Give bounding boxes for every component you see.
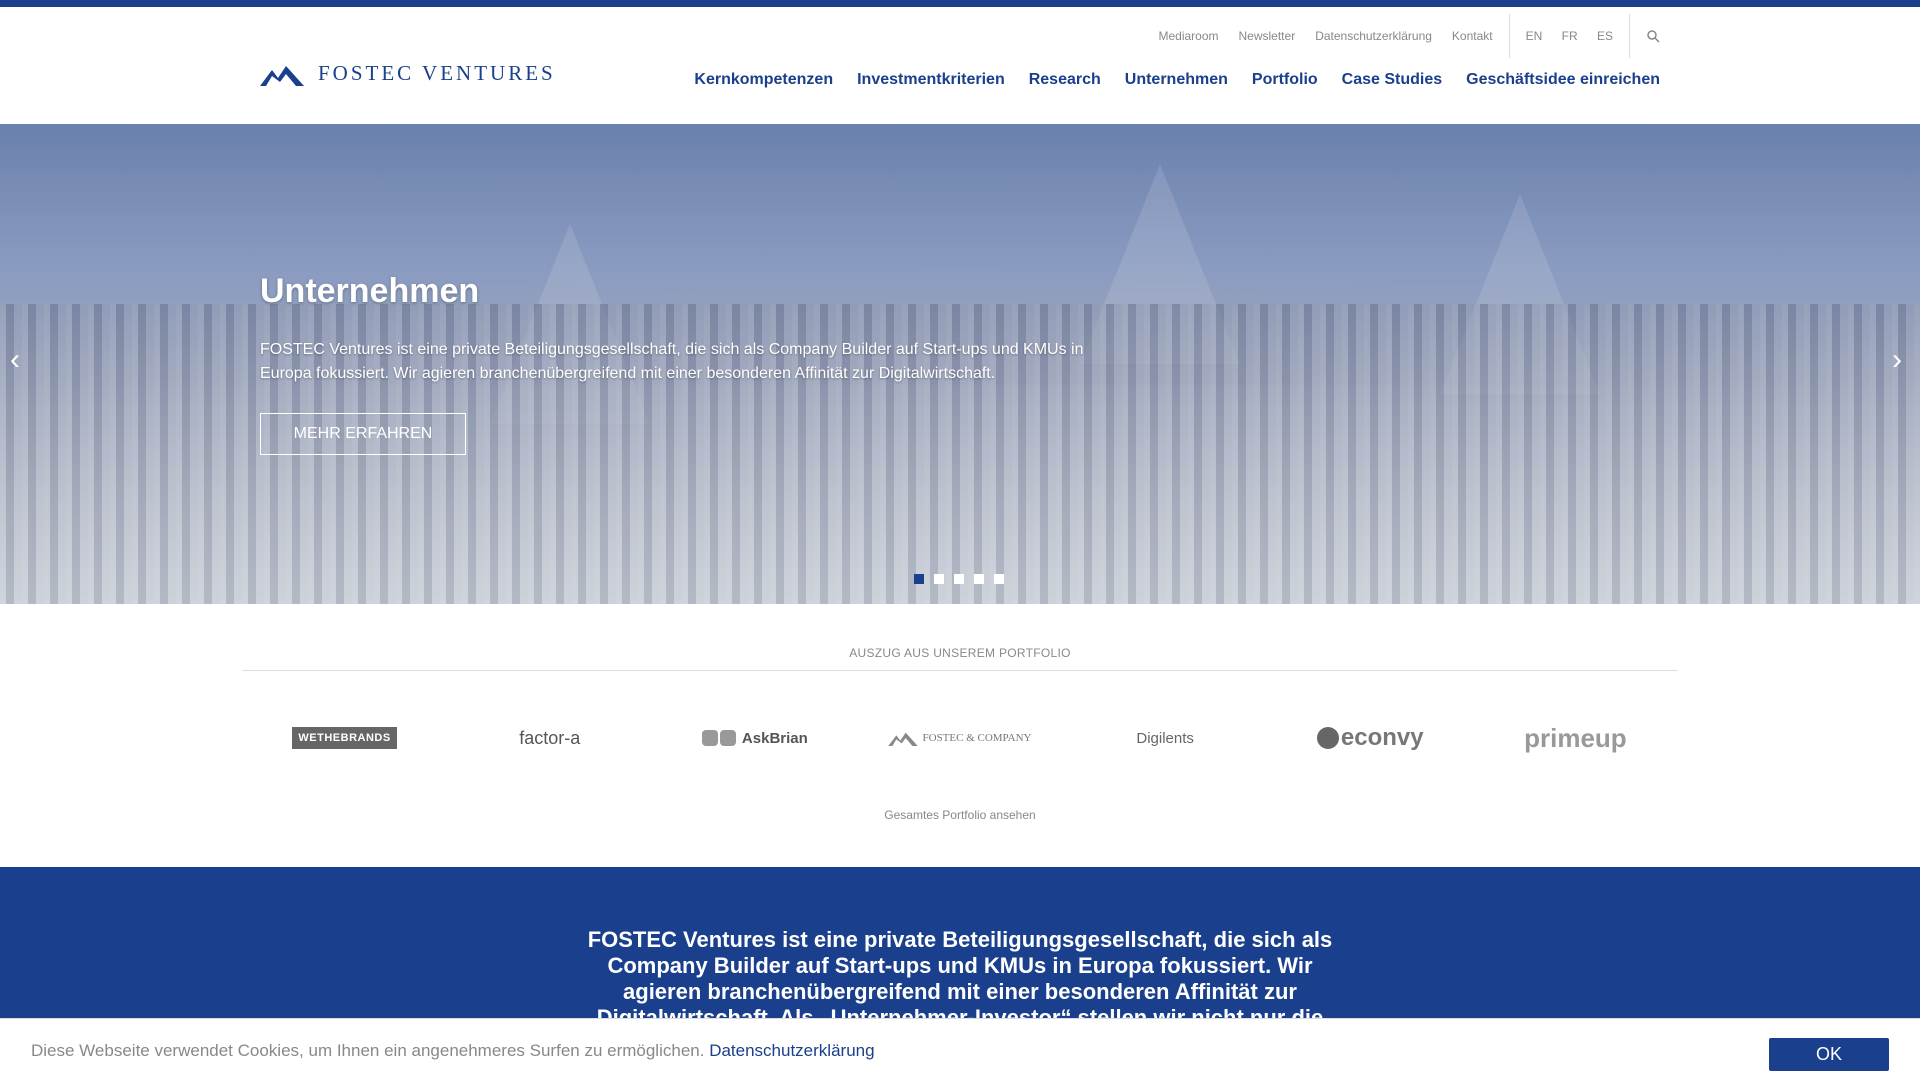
cookie-message: Diese Webseite verwendet Cookies, um Ihn…: [31, 1041, 875, 1061]
lang-es[interactable]: ES: [1597, 29, 1613, 43]
hero-title: Unternehmen: [260, 272, 480, 310]
slider-dot-5[interactable]: [994, 574, 1004, 584]
language-switcher: EN FR ES: [1510, 29, 1613, 43]
slider-pagination: [914, 574, 1014, 584]
fostec-company-logo: FOSTEC & COMPANY: [888, 730, 1032, 746]
main-navigation: Kernkompetenzen Investmentkriterien Rese…: [670, 71, 1660, 89]
portfolio-logo-wethebrands[interactable]: WETHEBRANDS: [242, 718, 447, 758]
fostec-mountain-icon: [888, 732, 919, 746]
portfolio-logo-digilents[interactable]: Digilents: [1063, 718, 1268, 758]
meta-link-mediaroom[interactable]: Mediaroom: [1158, 29, 1218, 43]
lang-fr[interactable]: FR: [1562, 29, 1578, 43]
nav-geschaeftsidee[interactable]: Geschäftsidee einreichen: [1466, 71, 1660, 89]
slider-dot-1[interactable]: [914, 574, 924, 584]
portfolio-logo-primeup[interactable]: primeup: [1473, 718, 1678, 758]
chevron-right-icon[interactable]: ›: [1892, 345, 1908, 375]
chevron-left-icon[interactable]: ‹: [10, 345, 26, 375]
nav-portfolio[interactable]: Portfolio: [1252, 71, 1318, 89]
site-header: FOSTEC VENTURES Mediaroom Newsletter Dat…: [0, 7, 1920, 124]
logo-text: FOSTEC VENTURES: [318, 61, 556, 85]
nav-unternehmen[interactable]: Unternehmen: [1125, 71, 1228, 89]
econvy-logo: econvy: [1316, 724, 1424, 752]
slider-dot-3[interactable]: [954, 574, 964, 584]
search-icon[interactable]: [1646, 29, 1660, 43]
factor-a-logo: factor-a: [519, 727, 581, 748]
askbrian-logo: AskBrian: [701, 729, 808, 747]
nav-investmentkriterien[interactable]: Investmentkriterien: [857, 71, 1005, 89]
portfolio-logo-econvy[interactable]: econvy: [1268, 718, 1473, 758]
slider-dot-2[interactable]: [934, 574, 944, 584]
meta-divider: [1629, 14, 1630, 58]
portfolio-divider: [242, 670, 1678, 671]
meta-link-newsletter[interactable]: Newsletter: [1239, 29, 1296, 43]
slider-dot-4[interactable]: [974, 574, 984, 584]
meta-link-datenschutz[interactable]: Datenschutzerklärung: [1315, 29, 1432, 43]
cookie-text: Diese Webseite verwendet Cookies, um Ihn…: [31, 1041, 705, 1060]
portfolio-logo-factor-a[interactable]: factor-a: [447, 718, 652, 758]
portfolio-logo-fostec-company[interactable]: FOSTEC & COMPANY: [857, 718, 1062, 758]
primeup-logo: primeup: [1524, 722, 1627, 753]
econvy-circle-icon: [1316, 727, 1339, 749]
portfolio-logos: WETHEBRANDS factor-a AskBrian FOSTEC & C…: [242, 718, 1678, 758]
nav-research[interactable]: Research: [1029, 71, 1101, 89]
hero-slider: Unternehmen FOSTEC Ventures ist eine pri…: [0, 124, 1920, 604]
lang-en[interactable]: EN: [1526, 29, 1543, 43]
portfolio-heading: AUSZUG AUS UNSEREM PORTFOLIO: [849, 646, 1071, 660]
logo-mountain-icon: [260, 65, 304, 86]
digilents-logo: Digilents: [1136, 729, 1194, 747]
nav-case-studies[interactable]: Case Studies: [1342, 71, 1442, 89]
about-text: FOSTEC Ventures ist eine private Beteili…: [587, 927, 1333, 1030]
cookie-ok-button[interactable]: OK: [1769, 1038, 1889, 1071]
portfolio-logo-askbrian[interactable]: AskBrian: [652, 718, 857, 758]
top-accent-bar: [0, 0, 1920, 7]
wethebrands-logo: WETHEBRANDS: [292, 727, 397, 749]
site-logo[interactable]: FOSTEC VENTURES: [260, 61, 556, 86]
askbrian-label: AskBrian: [741, 729, 808, 747]
fostec-company-label: FOSTEC & COMPANY: [922, 732, 1032, 744]
mehr-erfahren-button[interactable]: MEHR ERFAHREN: [260, 413, 466, 455]
full-portfolio-link[interactable]: Gesamtes Portfolio ansehen: [0, 808, 1920, 822]
cookie-banner: Diese Webseite verwendet Cookies, um Ihn…: [0, 1018, 1920, 1080]
cookie-privacy-link[interactable]: Datenschutzerklärung: [709, 1041, 874, 1060]
askbrian-hex-icon: [701, 730, 738, 746]
hero-text: FOSTEC Ventures ist eine private Beteili…: [260, 341, 1084, 382]
meta-navigation: Mediaroom Newsletter Datenschutzerklärun…: [1138, 14, 1660, 58]
meta-link-kontakt[interactable]: Kontakt: [1452, 29, 1493, 43]
nav-kernkompetenzen[interactable]: Kernkompetenzen: [694, 71, 833, 89]
econvy-label: econvy: [1340, 724, 1424, 751]
